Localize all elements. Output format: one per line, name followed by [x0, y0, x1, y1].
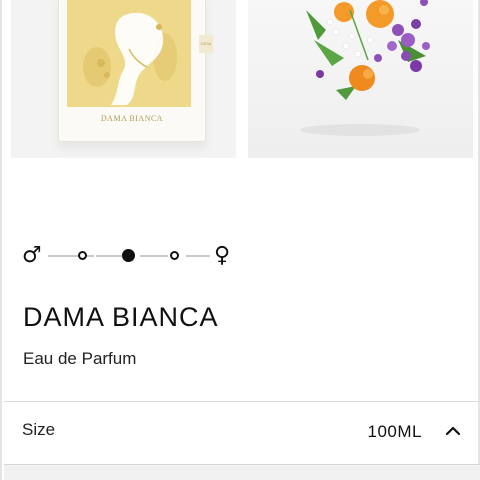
male-symbol-icon: ♂	[22, 243, 42, 268]
size-label: Size	[22, 420, 56, 439]
perfume-box: DAMA BIANCA CASA	[58, 0, 213, 142]
scale-dot	[170, 251, 179, 260]
product-image-gallery[interactable]: DAMA BIANCA CASA	[2, 0, 480, 158]
box-artwork	[67, 0, 191, 107]
dama-bianca-ingredients-image[interactable]	[248, 0, 473, 158]
flowers-citrus-image	[300, 0, 430, 136]
scale-dot-selected	[122, 249, 135, 262]
scale-line	[48, 255, 94, 257]
size-value: 100ML	[367, 422, 422, 441]
female-symbol-icon: ♀	[214, 243, 231, 268]
product-type: Eau de Parfum	[23, 349, 137, 368]
scale-line	[96, 255, 122, 257]
size-selector[interactable]: Size 100ML	[4, 402, 480, 464]
dama-bianca-box-image[interactable]: DAMA BIANCA CASA	[11, 0, 236, 158]
scale-dot	[78, 251, 87, 260]
chevron-up-icon[interactable]	[444, 424, 462, 438]
scale-line	[140, 255, 168, 257]
product-page: DAMA BIANCA CASA ♂ ♀ DAMA BIANCA Eau de …	[0, 0, 480, 480]
product-title: DAMA BIANCA	[23, 302, 219, 332]
scale-line	[186, 255, 210, 257]
gender-scale: ♂ ♀	[22, 244, 242, 268]
box-brand-text: DAMA BIANCA	[100, 114, 164, 123]
box-side-tag: CASA	[199, 35, 213, 53]
size-options-panel[interactable]	[4, 464, 480, 480]
